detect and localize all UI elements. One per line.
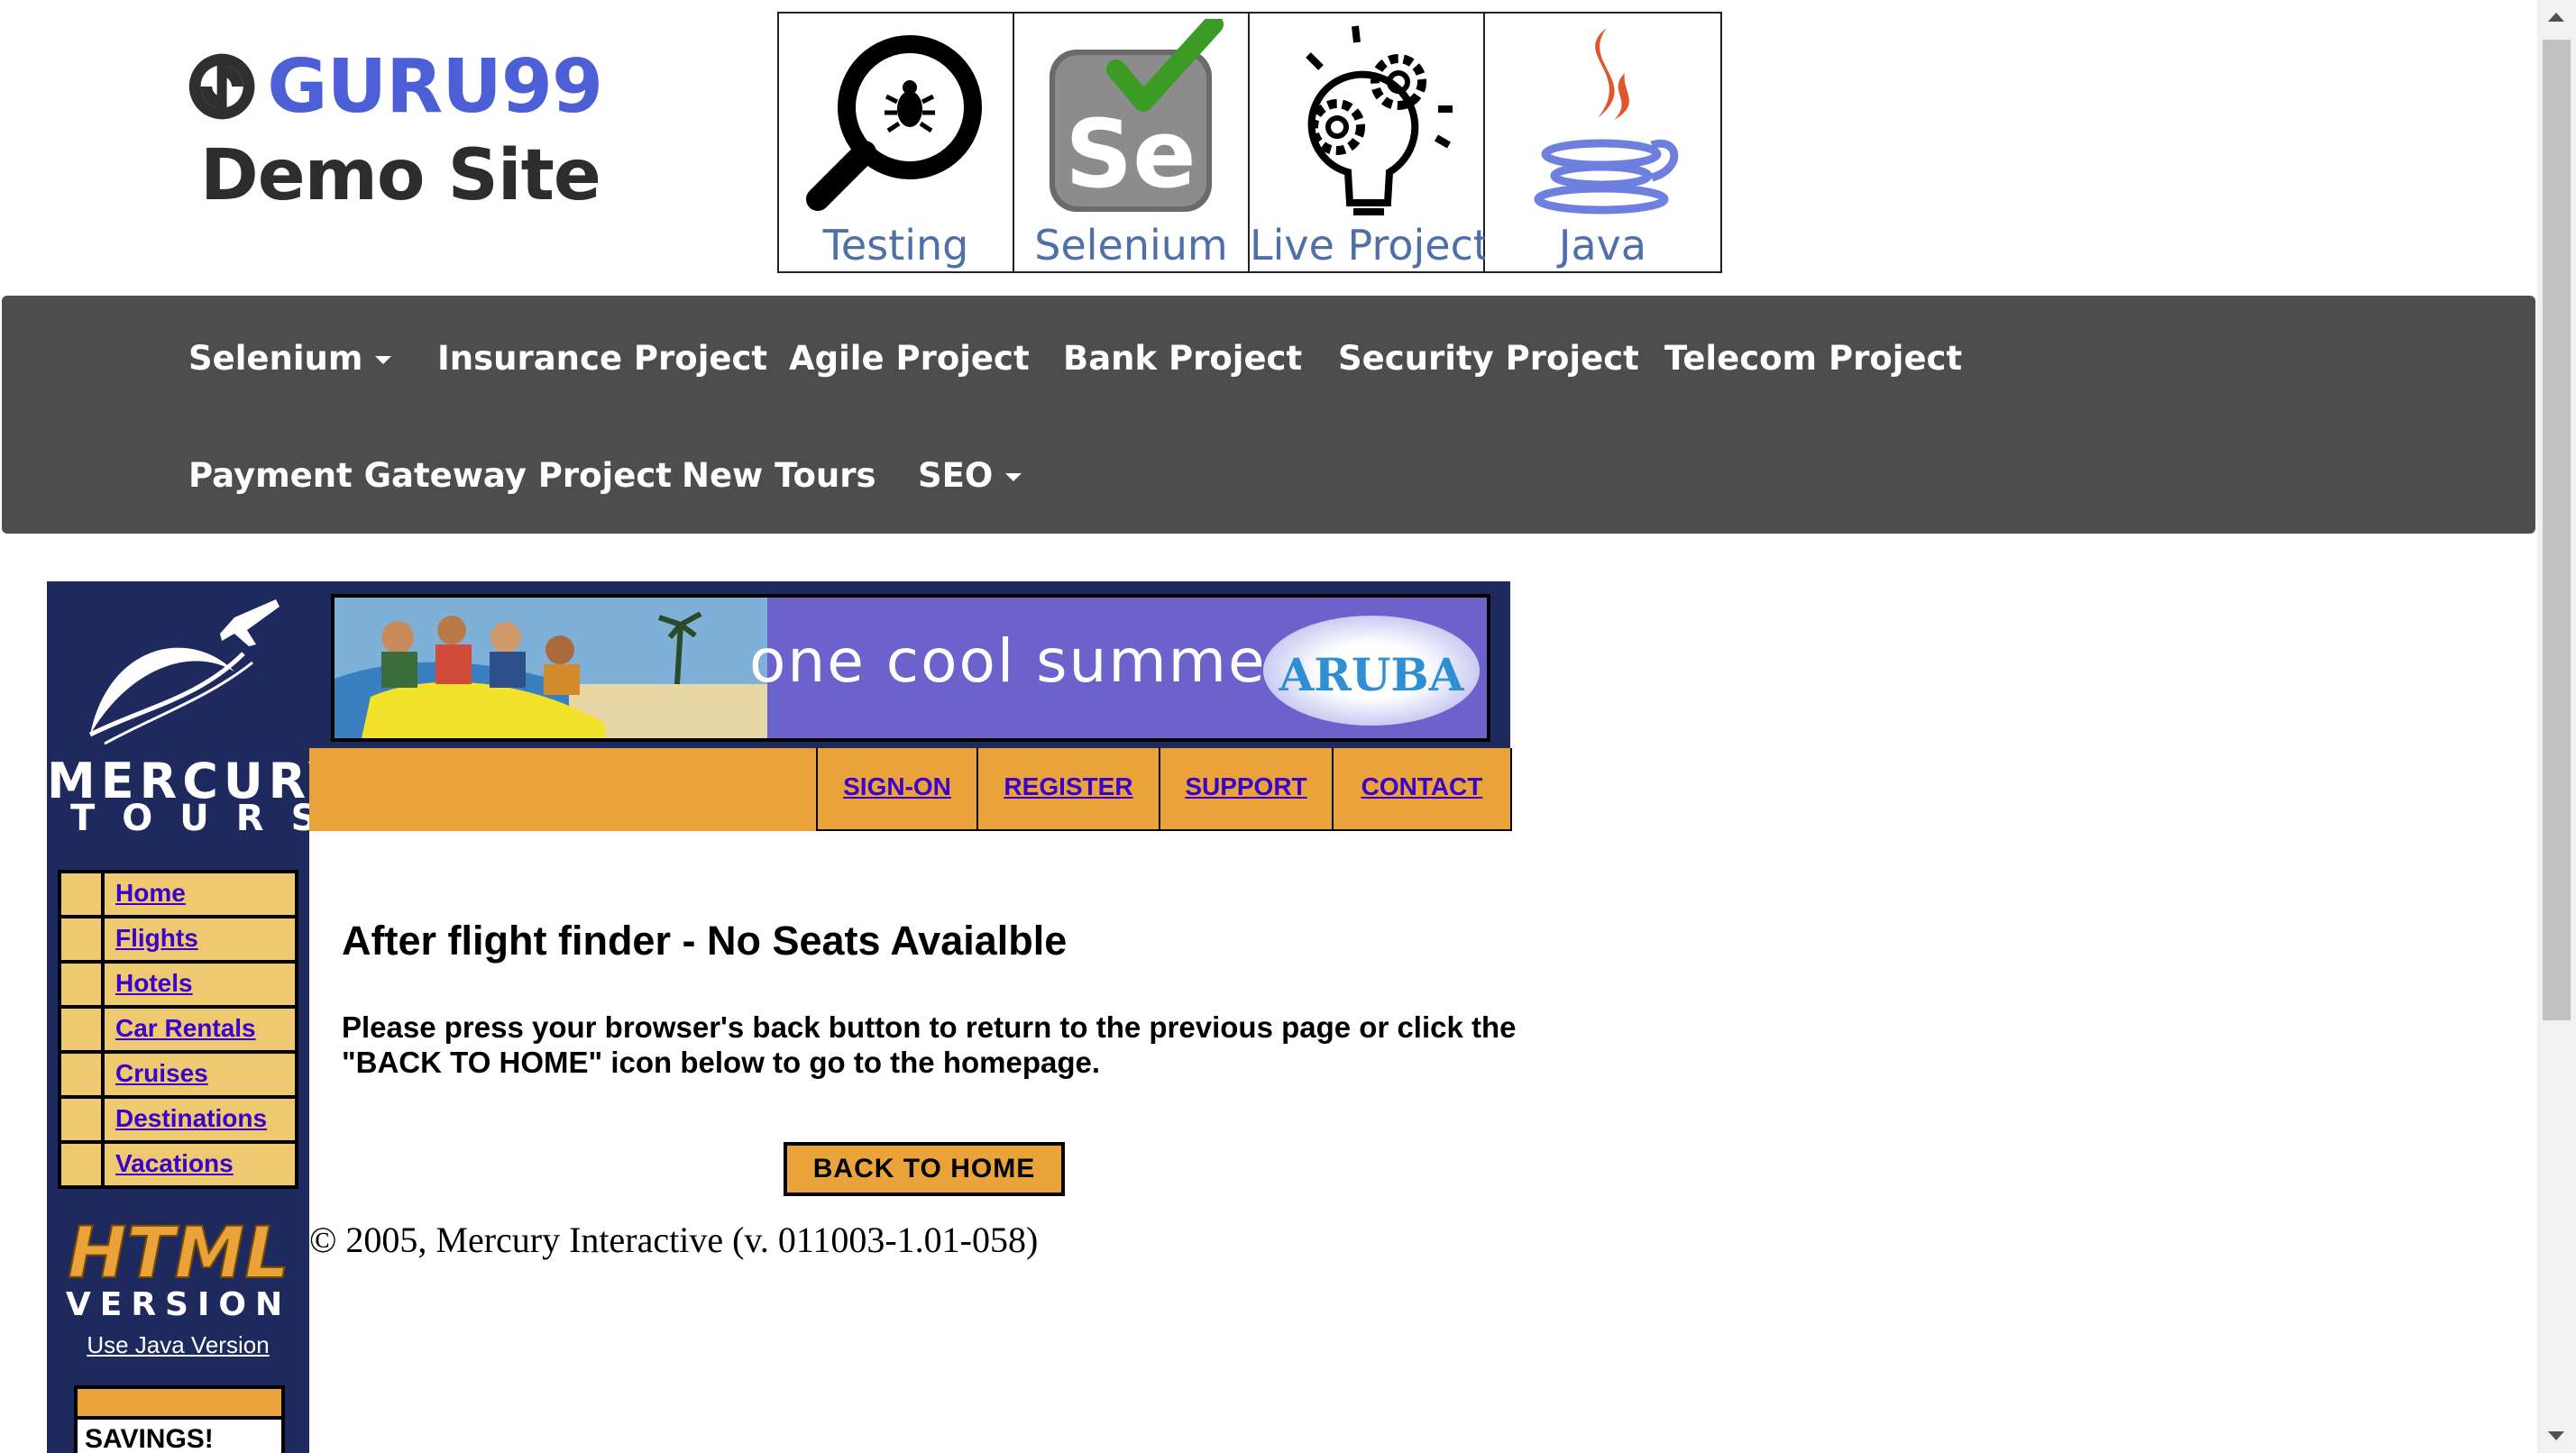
tile-testing[interactable]: Testing <box>779 14 1014 271</box>
menu-swatch <box>61 1009 105 1050</box>
site-subtitle: Demo Site <box>200 135 601 216</box>
tile-label: Live Project <box>1250 221 1490 270</box>
menu-swatch <box>61 1099 105 1140</box>
lightbulb-gears-icon <box>1306 25 1453 215</box>
aruba-logo-icon: ARUBA <box>1263 616 1480 726</box>
course-tiles: Testing Se Selenium Live Project Java <box>777 12 1722 273</box>
aruba-brand: ARUBA <box>1279 648 1464 701</box>
back-to-home-button[interactable]: BACK TO HOME <box>784 1142 1065 1196</box>
side-menu-item: Cruises <box>61 1054 295 1095</box>
savings-box[interactable]: SAVINGS! <box>74 1385 285 1453</box>
brand-row: GURU99 <box>188 43 603 130</box>
menu-swatch <box>61 918 105 960</box>
top-links-bar: SIGN-ON REGISTER SUPPORT CONTACT <box>309 748 1512 831</box>
logo-word-tours: TOURS <box>70 798 344 839</box>
main-nav: Selenium Insurance Project Agile Project… <box>2 296 2535 534</box>
scroll-thumb[interactable] <box>2543 40 2571 1020</box>
mercury-tours-frame: MERCURY TOURS Home Flights Hotels Car Re… <box>47 581 1517 1453</box>
side-link-hotels[interactable]: Hotels <box>105 964 295 1005</box>
banner-area: one cool summer ARUBA <box>309 581 1510 748</box>
nav-seo[interactable]: SEO <box>918 456 1022 495</box>
caret-down-icon <box>375 356 392 364</box>
side-link-destinations[interactable]: Destinations <box>105 1099 295 1140</box>
scroll-down-arrow-icon[interactable] <box>2548 1431 2564 1440</box>
page-heading: After flight finder - No Seats Avaialble <box>342 918 1068 964</box>
tile-label: Selenium <box>1034 221 1228 270</box>
nav-payment-gateway-project[interactable]: Payment Gateway Project <box>188 456 672 495</box>
magnifier-bug-icon <box>806 35 982 211</box>
side-menu-item: Hotels <box>61 964 295 1005</box>
nav-label: SEO <box>918 456 994 495</box>
nav-telecom-project[interactable]: Telecom Project <box>1664 339 1962 378</box>
vertical-scrollbar[interactable] <box>2537 0 2576 1453</box>
side-menu-item: Home <box>61 873 295 915</box>
nav-agile-project[interactable]: Agile Project <box>789 339 1030 378</box>
side-link-car-rentals[interactable]: Car Rentals <box>105 1009 295 1050</box>
link-contact[interactable]: CONTACT <box>1334 748 1510 829</box>
tile-selenium[interactable]: Se Selenium <box>1014 14 1250 271</box>
brand-name: GURU99 <box>267 43 603 130</box>
scroll-up-arrow-icon[interactable] <box>2548 13 2564 22</box>
menu-swatch <box>61 873 105 915</box>
guru99-glyph-icon <box>188 53 255 120</box>
nav-selenium[interactable]: Selenium <box>188 339 392 378</box>
nav-label: Selenium <box>188 339 363 378</box>
svg-text:Se: Se <box>1065 99 1196 209</box>
side-menu-item: Flights <box>61 918 295 960</box>
menu-swatch <box>61 964 105 1005</box>
tile-java[interactable]: Java <box>1485 14 1720 271</box>
side-menu: Home Flights Hotels Car Rentals Cruises … <box>58 870 298 1189</box>
tile-label: Java <box>1558 221 1647 270</box>
banner-headline: one cool summer <box>749 626 1293 696</box>
html-word: HTML <box>68 1214 289 1294</box>
nav-bank-project[interactable]: Bank Project <box>1063 339 1302 378</box>
nav-security-project[interactable]: Security Project <box>1338 339 1639 378</box>
side-menu-item: Car Rentals <box>61 1009 295 1050</box>
site-header: GURU99 Demo Site Testing Se Selenium Liv… <box>0 0 2535 296</box>
side-link-flights[interactable]: Flights <box>105 918 295 960</box>
page-message: Please press your browser's back button … <box>342 1010 1517 1079</box>
html-version-badge-icon: HTML VERSION <box>66 1214 291 1320</box>
tile-live-project[interactable]: Live Project <box>1250 14 1490 271</box>
caret-down-icon <box>1005 473 1022 481</box>
side-link-vacations[interactable]: Vacations <box>105 1144 295 1185</box>
version-word: VERSION <box>66 1286 291 1320</box>
banner-photo <box>335 598 767 738</box>
link-support[interactable]: SUPPORT <box>1160 748 1332 829</box>
menu-swatch <box>61 1144 105 1185</box>
side-menu-item: Vacations <box>61 1144 295 1185</box>
link-register[interactable]: REGISTER <box>978 748 1159 829</box>
aruba-banner[interactable]: one cool summer ARUBA <box>331 594 1490 742</box>
nav-new-tours[interactable]: New Tours <box>682 456 875 495</box>
side-link-cruises[interactable]: Cruises <box>105 1054 295 1095</box>
link-sign-on[interactable]: SIGN-ON <box>818 748 976 829</box>
side-menu-item: Destinations <box>61 1099 295 1140</box>
nav-insurance-project[interactable]: Insurance Project <box>437 339 767 378</box>
java-logo-icon <box>1534 28 1679 215</box>
use-java-version-link[interactable]: Use Java Version <box>47 1331 309 1359</box>
savings-label: SAVINGS! <box>78 1416 281 1453</box>
selenium-logo-icon: Se <box>1050 19 1224 212</box>
tile-label: Testing <box>822 221 969 270</box>
copyright: © 2005, Mercury Interactive (v. 011003-1… <box>309 1220 1039 1260</box>
side-link-home[interactable]: Home <box>105 873 295 915</box>
menu-swatch <box>61 1054 105 1095</box>
top-links: SIGN-ON REGISTER SUPPORT CONTACT <box>816 748 1512 831</box>
guru99-logo[interactable]: GURU99 Demo Site <box>188 43 603 216</box>
left-column: MERCURY TOURS Home Flights Hotels Car Re… <box>47 581 344 1453</box>
